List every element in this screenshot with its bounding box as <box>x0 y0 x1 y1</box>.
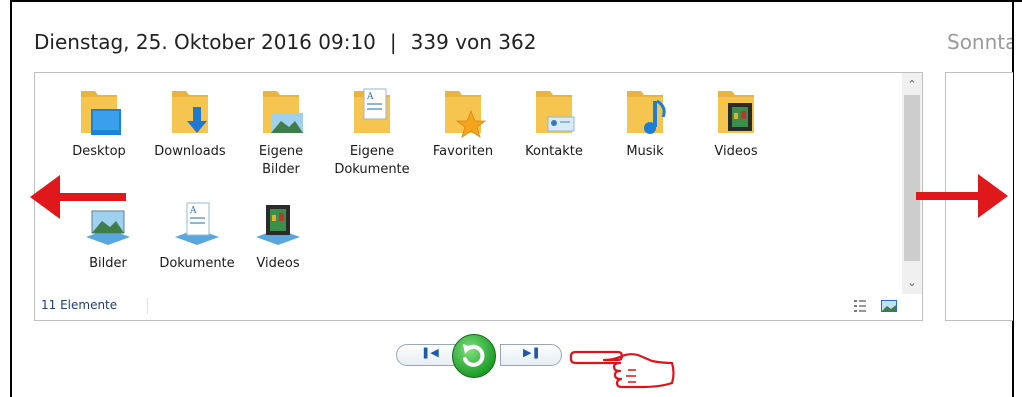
scroll-down-icon[interactable]: ⌄ <box>902 272 922 294</box>
skip-previous-icon: ❚◀ <box>421 346 439 359</box>
explorer-window: Desktop Downloads Eigene Bilder A Eigene <box>34 72 923 321</box>
item-desktop[interactable]: Desktop <box>56 85 142 161</box>
item-label: Dokumente <box>159 256 235 271</box>
item-videos[interactable]: Videos <box>693 85 779 161</box>
documents-folder-icon: A <box>354 88 390 133</box>
status-bar: 11 Elemente <box>35 294 922 320</box>
date-time-label: Dienstag, 25. Oktober 2016 09:10 <box>34 30 376 54</box>
item-label: Eigene Dokumente <box>334 144 410 177</box>
next-button[interactable]: ▶❚ <box>500 344 562 366</box>
item-label: Eigene Bilder <box>258 144 304 177</box>
slideshow-navigation: ❚◀ ▶❚ <box>396 333 566 378</box>
status-divider <box>147 298 148 314</box>
item-label: Videos <box>714 144 758 159</box>
next-arrow-icon[interactable] <box>916 174 1008 218</box>
skip-next-icon: ▶❚ <box>523 346 541 359</box>
contacts-folder-icon <box>536 91 575 133</box>
item-label: Favoriten <box>432 144 494 159</box>
replay-icon <box>463 344 485 367</box>
item-dokumente[interactable]: A Dokumente <box>154 197 240 273</box>
details-view-icon[interactable] <box>853 299 867 313</box>
replay-button[interactable] <box>452 334 496 378</box>
pictures-folder-icon <box>263 91 303 133</box>
previous-arrow-icon[interactable] <box>30 175 128 219</box>
next-slide-title: Sonnta <box>947 30 1012 54</box>
videos-folder-icon <box>718 91 754 133</box>
pointing-hand-icon <box>569 350 675 389</box>
item-label: Desktop <box>72 144 126 159</box>
frame-top-border <box>10 0 1022 2</box>
item-eigene-dokumente[interactable]: A Eigene Dokumente <box>329 85 415 179</box>
item-videos-library[interactable]: Videos <box>235 197 321 273</box>
svg-text:A: A <box>189 206 197 216</box>
item-label: Bilder <box>89 256 127 271</box>
videos-library-icon <box>256 205 300 245</box>
downloads-folder-icon <box>172 91 208 133</box>
documents-library-icon: A <box>175 202 219 245</box>
music-folder-icon <box>627 91 666 134</box>
item-label: Kontakte <box>525 144 583 159</box>
large-icons-view-icon[interactable] <box>881 300 897 312</box>
frame-left-border <box>10 0 12 397</box>
item-label: Downloads <box>154 144 226 159</box>
item-downloads[interactable]: Downloads <box>147 85 233 161</box>
header-separator: | <box>389 30 397 54</box>
scroll-up-icon[interactable]: ⌃ <box>902 73 922 95</box>
item-label: Videos <box>256 256 300 271</box>
page-title: Dienstag, 25. Oktober 2016 09:10 | 339 von… <box>34 30 536 54</box>
screenshot-counter: 339 von 362 <box>410 30 537 54</box>
previous-button[interactable]: ❚◀ <box>396 344 460 366</box>
desktop-folder-icon <box>81 91 121 135</box>
favorites-folder-icon <box>445 91 487 138</box>
item-kontakte[interactable]: Kontakte <box>511 85 597 161</box>
item-musik[interactable]: Musik <box>602 85 688 161</box>
item-count: 11 Elemente <box>41 298 118 312</box>
item-label: Musik <box>626 144 664 159</box>
item-favoriten[interactable]: Favoriten <box>420 85 506 161</box>
svg-text:A: A <box>366 92 374 102</box>
item-eigene-bilder[interactable]: Eigene Bilder <box>238 85 324 179</box>
